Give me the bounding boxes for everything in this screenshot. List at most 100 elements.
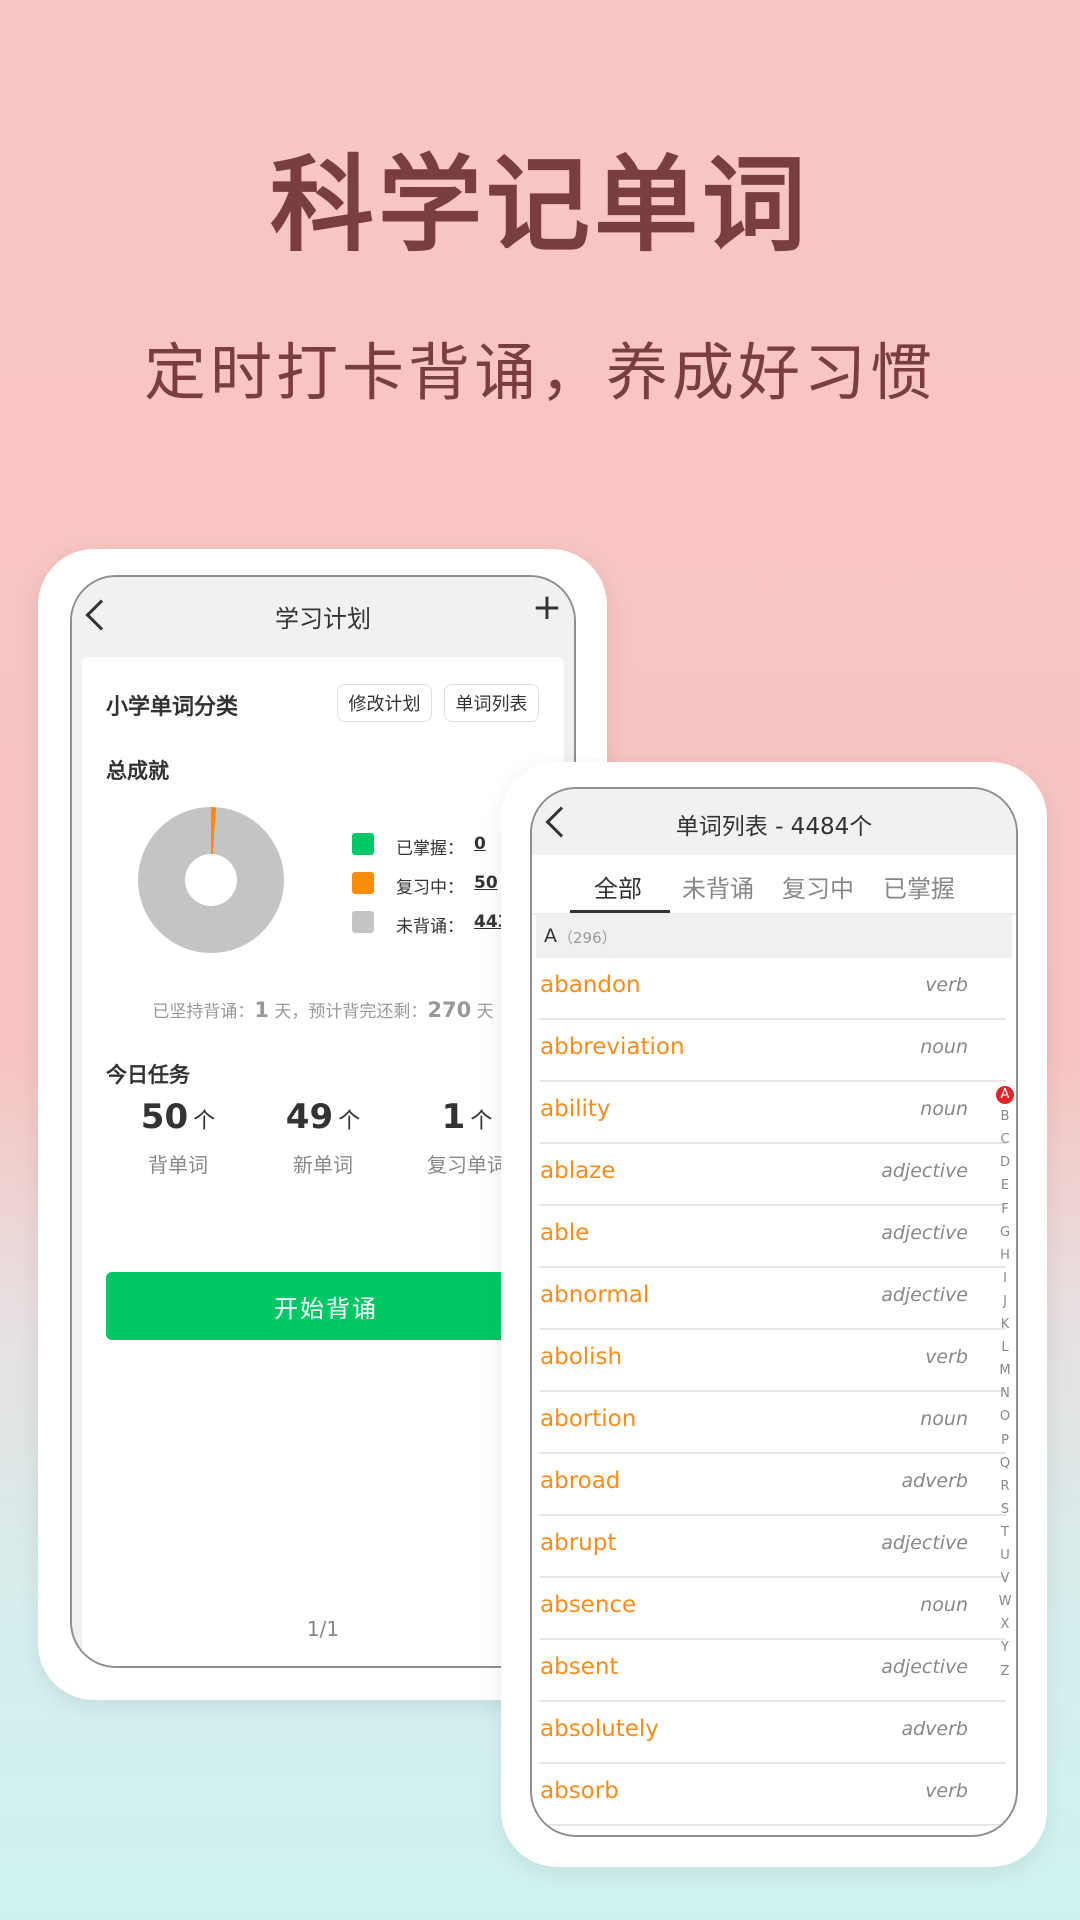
legend-mastered-label: 已掌握： bbox=[396, 839, 464, 859]
word-row[interactable]: absorb verb bbox=[540, 1764, 1006, 1826]
index-letter-s[interactable]: S bbox=[986, 1502, 1024, 1517]
part-of-speech: noun bbox=[920, 1408, 968, 1430]
part-of-speech: noun bbox=[920, 1098, 968, 1120]
word-row[interactable]: able adjective bbox=[540, 1206, 1006, 1268]
part-of-speech: adjective bbox=[881, 1656, 968, 1678]
word-row[interactable]: absolutely adverb bbox=[540, 1702, 1006, 1764]
part-of-speech: verb bbox=[925, 974, 968, 996]
word-list-button[interactable]: 单词列表 bbox=[444, 684, 539, 722]
part-of-speech: adjective bbox=[881, 1284, 968, 1306]
index-letter-p[interactable]: P bbox=[986, 1433, 1024, 1448]
word-row[interactable]: abortion noun bbox=[540, 1392, 1006, 1454]
word-row[interactable]: abnormal adjective bbox=[540, 1268, 1006, 1330]
word-row[interactable]: abandon verb bbox=[540, 958, 1006, 1020]
streak-remaining: 270 bbox=[427, 998, 472, 1022]
index-letter-h[interactable]: H bbox=[986, 1248, 1024, 1263]
achievement-donut-chart bbox=[138, 807, 284, 953]
plan-name: 小学单词分类 bbox=[106, 695, 239, 720]
tab-all[interactable]: 全部 bbox=[594, 869, 642, 904]
plan-content: 小学单词分类 修改计划 单词列表 总成就 已掌握： 0 复习中： 50 未背诵：… bbox=[82, 657, 564, 1666]
index-letter-t[interactable]: T bbox=[986, 1525, 1024, 1540]
index-letter-v[interactable]: V bbox=[986, 1571, 1024, 1586]
banner-subtitle: 定时打卡背诵，养成好习惯 bbox=[143, 336, 936, 409]
stat-label: 新单词 bbox=[293, 1153, 353, 1177]
streak-mid: 天，预计背完还剩： bbox=[274, 1002, 428, 1022]
index-letter-w[interactable]: W bbox=[986, 1594, 1024, 1609]
index-letter-a[interactable]: A bbox=[996, 1086, 1014, 1104]
index-letter-b[interactable]: B bbox=[986, 1109, 1024, 1124]
word-row[interactable]: abroad adverb bbox=[540, 1454, 1006, 1516]
part-of-speech: noun bbox=[920, 1036, 968, 1058]
list-header-title: 单词列表 - 4484个 bbox=[675, 814, 873, 840]
stat-unit: 个 bbox=[338, 1109, 361, 1134]
word-text: abolish bbox=[540, 1344, 623, 1370]
word-row[interactable]: ablaze adjective bbox=[540, 1144, 1006, 1206]
index-letter-i[interactable]: I bbox=[986, 1271, 1024, 1286]
index-letter-x[interactable]: X bbox=[986, 1617, 1024, 1632]
active-tab-indicator bbox=[570, 910, 670, 913]
word-text: ablaze bbox=[540, 1158, 616, 1184]
index-letter-l[interactable]: L bbox=[986, 1340, 1024, 1355]
index-letter-m[interactable]: M bbox=[986, 1363, 1024, 1378]
word-text: absence bbox=[540, 1592, 637, 1618]
streak-days: 1 bbox=[254, 998, 269, 1022]
word-text: absent bbox=[540, 1654, 619, 1680]
tab-mastered[interactable]: 已掌握 bbox=[883, 869, 955, 904]
index-letter-c[interactable]: C bbox=[986, 1132, 1024, 1147]
legend-mastered-value[interactable]: 0 bbox=[474, 834, 486, 854]
word-row[interactable]: abrupt adjective bbox=[540, 1516, 1006, 1578]
tab-unlearned[interactable]: 未背诵 bbox=[682, 869, 754, 904]
index-letter-g[interactable]: G bbox=[986, 1225, 1024, 1240]
word-text: ability bbox=[540, 1096, 611, 1122]
part-of-speech: adjective bbox=[881, 1532, 968, 1554]
index-letter-z[interactable]: Z bbox=[986, 1664, 1024, 1679]
stat-new: 49 个新单词 bbox=[248, 1097, 398, 1178]
legend-unlearned-swatch bbox=[352, 911, 374, 933]
start-button[interactable]: 开始背诵 bbox=[106, 1272, 546, 1340]
word-row[interactable]: ability noun bbox=[540, 1082, 1006, 1144]
legend-reviewing-value[interactable]: 50 bbox=[474, 873, 498, 893]
index-letter-j[interactable]: J bbox=[986, 1294, 1024, 1309]
word-text: abbreviation bbox=[540, 1034, 685, 1060]
edit-plan-button[interactable]: 修改计划 bbox=[337, 684, 432, 722]
index-letter-k[interactable]: K bbox=[986, 1317, 1024, 1332]
banner-title: 科学记单词 bbox=[269, 143, 810, 266]
today-heading: 今日任务 bbox=[106, 1063, 190, 1087]
word-row[interactable]: abbreviation noun bbox=[540, 1020, 1006, 1082]
index-letter-r[interactable]: R bbox=[986, 1479, 1024, 1494]
word-row[interactable]: absence noun bbox=[540, 1578, 1006, 1640]
plus-icon[interactable]: + bbox=[532, 587, 562, 628]
word-text: abrupt bbox=[540, 1530, 617, 1556]
index-letter-n[interactable]: N bbox=[986, 1386, 1024, 1401]
index-letter-d[interactable]: D bbox=[986, 1155, 1024, 1170]
index-letter-y[interactable]: Y bbox=[986, 1640, 1024, 1655]
achievement-heading: 总成就 bbox=[106, 759, 169, 783]
legend-unlearned-label: 未背诵： bbox=[396, 917, 464, 937]
word-text: abroad bbox=[540, 1468, 621, 1494]
part-of-speech: adjective bbox=[881, 1222, 968, 1244]
index-letter-f[interactable]: F bbox=[986, 1202, 1024, 1217]
index-letter-q[interactable]: Q bbox=[986, 1456, 1024, 1471]
word-row[interactable]: abolish verb bbox=[540, 1330, 1006, 1392]
word-text: abandon bbox=[540, 972, 641, 998]
section-header: A （296） bbox=[536, 915, 1012, 958]
index-letter-o[interactable]: O bbox=[986, 1409, 1024, 1424]
section-letter: A bbox=[544, 925, 557, 947]
word-row[interactable]: absent adjective bbox=[540, 1640, 1006, 1702]
stat-unit: 个 bbox=[193, 1109, 216, 1134]
word-list-screen: 单词列表 - 4484个 全部 未背诵 复习中 已掌握 A （296） aban… bbox=[530, 787, 1018, 1837]
stat-number: 49 bbox=[285, 1097, 334, 1137]
page-indicator: 1/1 bbox=[306, 1617, 340, 1641]
legend-reviewing-label: 复习中： bbox=[396, 878, 464, 898]
part-of-speech: verb bbox=[925, 1346, 968, 1368]
word-text: able bbox=[540, 1220, 590, 1246]
index-letter-u[interactable]: U bbox=[986, 1548, 1024, 1563]
word-text: absorb bbox=[540, 1778, 619, 1804]
word-text: abnormal bbox=[540, 1282, 650, 1308]
streak-text: 已坚持背诵：1 天，预计背完还剩：270 天 bbox=[82, 997, 564, 1022]
part-of-speech: adverb bbox=[901, 1470, 968, 1492]
tab-reviewing[interactable]: 复习中 bbox=[782, 869, 854, 904]
part-of-speech: adverb bbox=[901, 1718, 968, 1740]
index-letter-e[interactable]: E bbox=[986, 1178, 1024, 1193]
stat-label: 背单词 bbox=[148, 1153, 208, 1177]
